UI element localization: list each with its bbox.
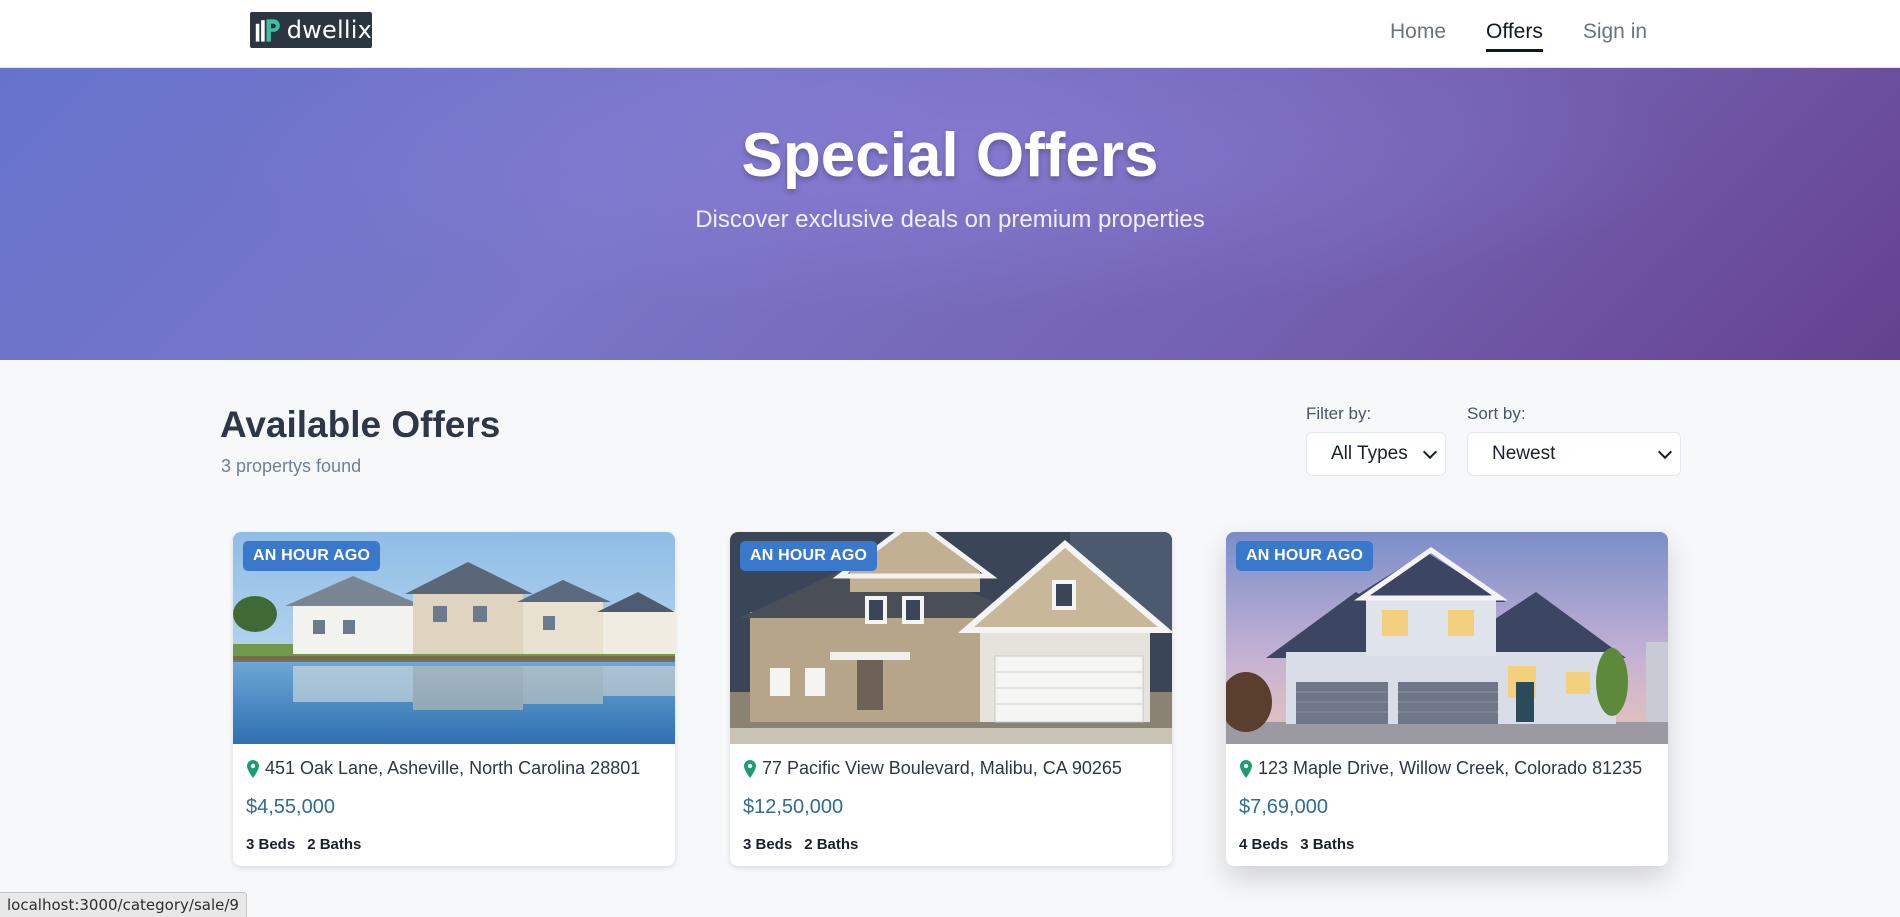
property-address: 451 Oak Lane, Asheville, North Carolina … [247,758,640,779]
baths-count: 2 Baths [307,836,362,853]
beds-count: 3 Beds [246,836,296,853]
nav-sign-in[interactable]: Sign in [1583,20,1647,52]
sort-select-value: Newest [1492,443,1556,464]
property-specs: 3 Beds 2 Baths [246,836,361,853]
property-price: $7,69,000 [1239,796,1328,818]
time-badge: AN HOUR AGO [243,541,381,571]
beds-count: 4 Beds [1239,836,1289,853]
location-pin-icon [744,759,756,778]
beds-count: 3 Beds [743,836,793,853]
location-pin-icon [1240,759,1252,778]
property-image: AN HOUR AGO [730,532,1172,744]
baths-count: 2 Baths [804,836,859,853]
property-image: AN HOUR AGO [233,532,675,744]
baths-count: 3 Baths [1300,836,1355,853]
nav-home[interactable]: Home [1390,20,1446,52]
property-specs: 4 Beds 3 Baths [1239,836,1354,853]
sort-select[interactable]: Newest [1467,432,1681,476]
property-address: 77 Pacific View Boulevard, Malibu, CA 90… [744,758,1122,779]
property-card[interactable]: AN HOUR AGO 123 Maple Drive, Willow Cree… [1226,532,1668,866]
hero-title: Special Offers [741,121,1159,190]
dwellix-logo[interactable]: dwellix [250,12,372,48]
location-pin-icon [247,759,259,778]
property-specs: 3 Beds 2 Baths [743,836,858,853]
chevron-down-icon [1422,444,1438,459]
address-text: 77 Pacific View Boulevard, Malibu, CA 90… [762,758,1122,778]
time-badge: AN HOUR AGO [740,541,878,571]
hero-banner: Special Offers Discover exclusive deals … [0,68,1900,360]
address-text: 123 Maple Drive, Willow Creek, Colorado … [1258,758,1643,778]
results-count: 3 propertys found [221,456,362,476]
logo-icon [255,19,280,42]
property-address: 123 Maple Drive, Willow Creek, Colorado … [1240,758,1642,779]
top-navbar: dwellix Home Offers Sign in [0,0,1900,68]
sort-group: Sort by: Newest [1467,404,1681,476]
filter-label: Filter by: [1306,404,1372,423]
main-nav: Home Offers Sign in [1390,20,1647,52]
status-bar-url: localhost:3000/category/sale/9 [0,892,247,917]
hero-subtitle: Discover exclusive deals on premium prop… [695,206,1205,233]
filter-select-value: All Types [1331,443,1408,464]
property-card[interactable]: AN HOUR AGO 77 Pacific View Boulevard, M… [730,532,1172,866]
filter-group: Filter by: All Types [1306,404,1446,476]
property-price: $4,55,000 [246,796,335,818]
property-image: AN HOUR AGO [1226,532,1668,744]
address-text: 451 Oak Lane, Asheville, North Carolina … [265,758,641,778]
chevron-down-icon [1657,444,1673,459]
nav-offers[interactable]: Offers [1486,20,1543,52]
filter-select[interactable]: All Types [1306,432,1446,476]
property-card[interactable]: AN HOUR AGO 451 Oak Lane, Asheville, Nor… [233,532,675,866]
sort-label: Sort by: [1467,404,1526,423]
section-title: Available Offers [220,404,501,445]
property-price: $12,50,000 [743,796,844,818]
time-badge: AN HOUR AGO [1236,541,1374,571]
logo-text: dwellix [286,16,372,44]
